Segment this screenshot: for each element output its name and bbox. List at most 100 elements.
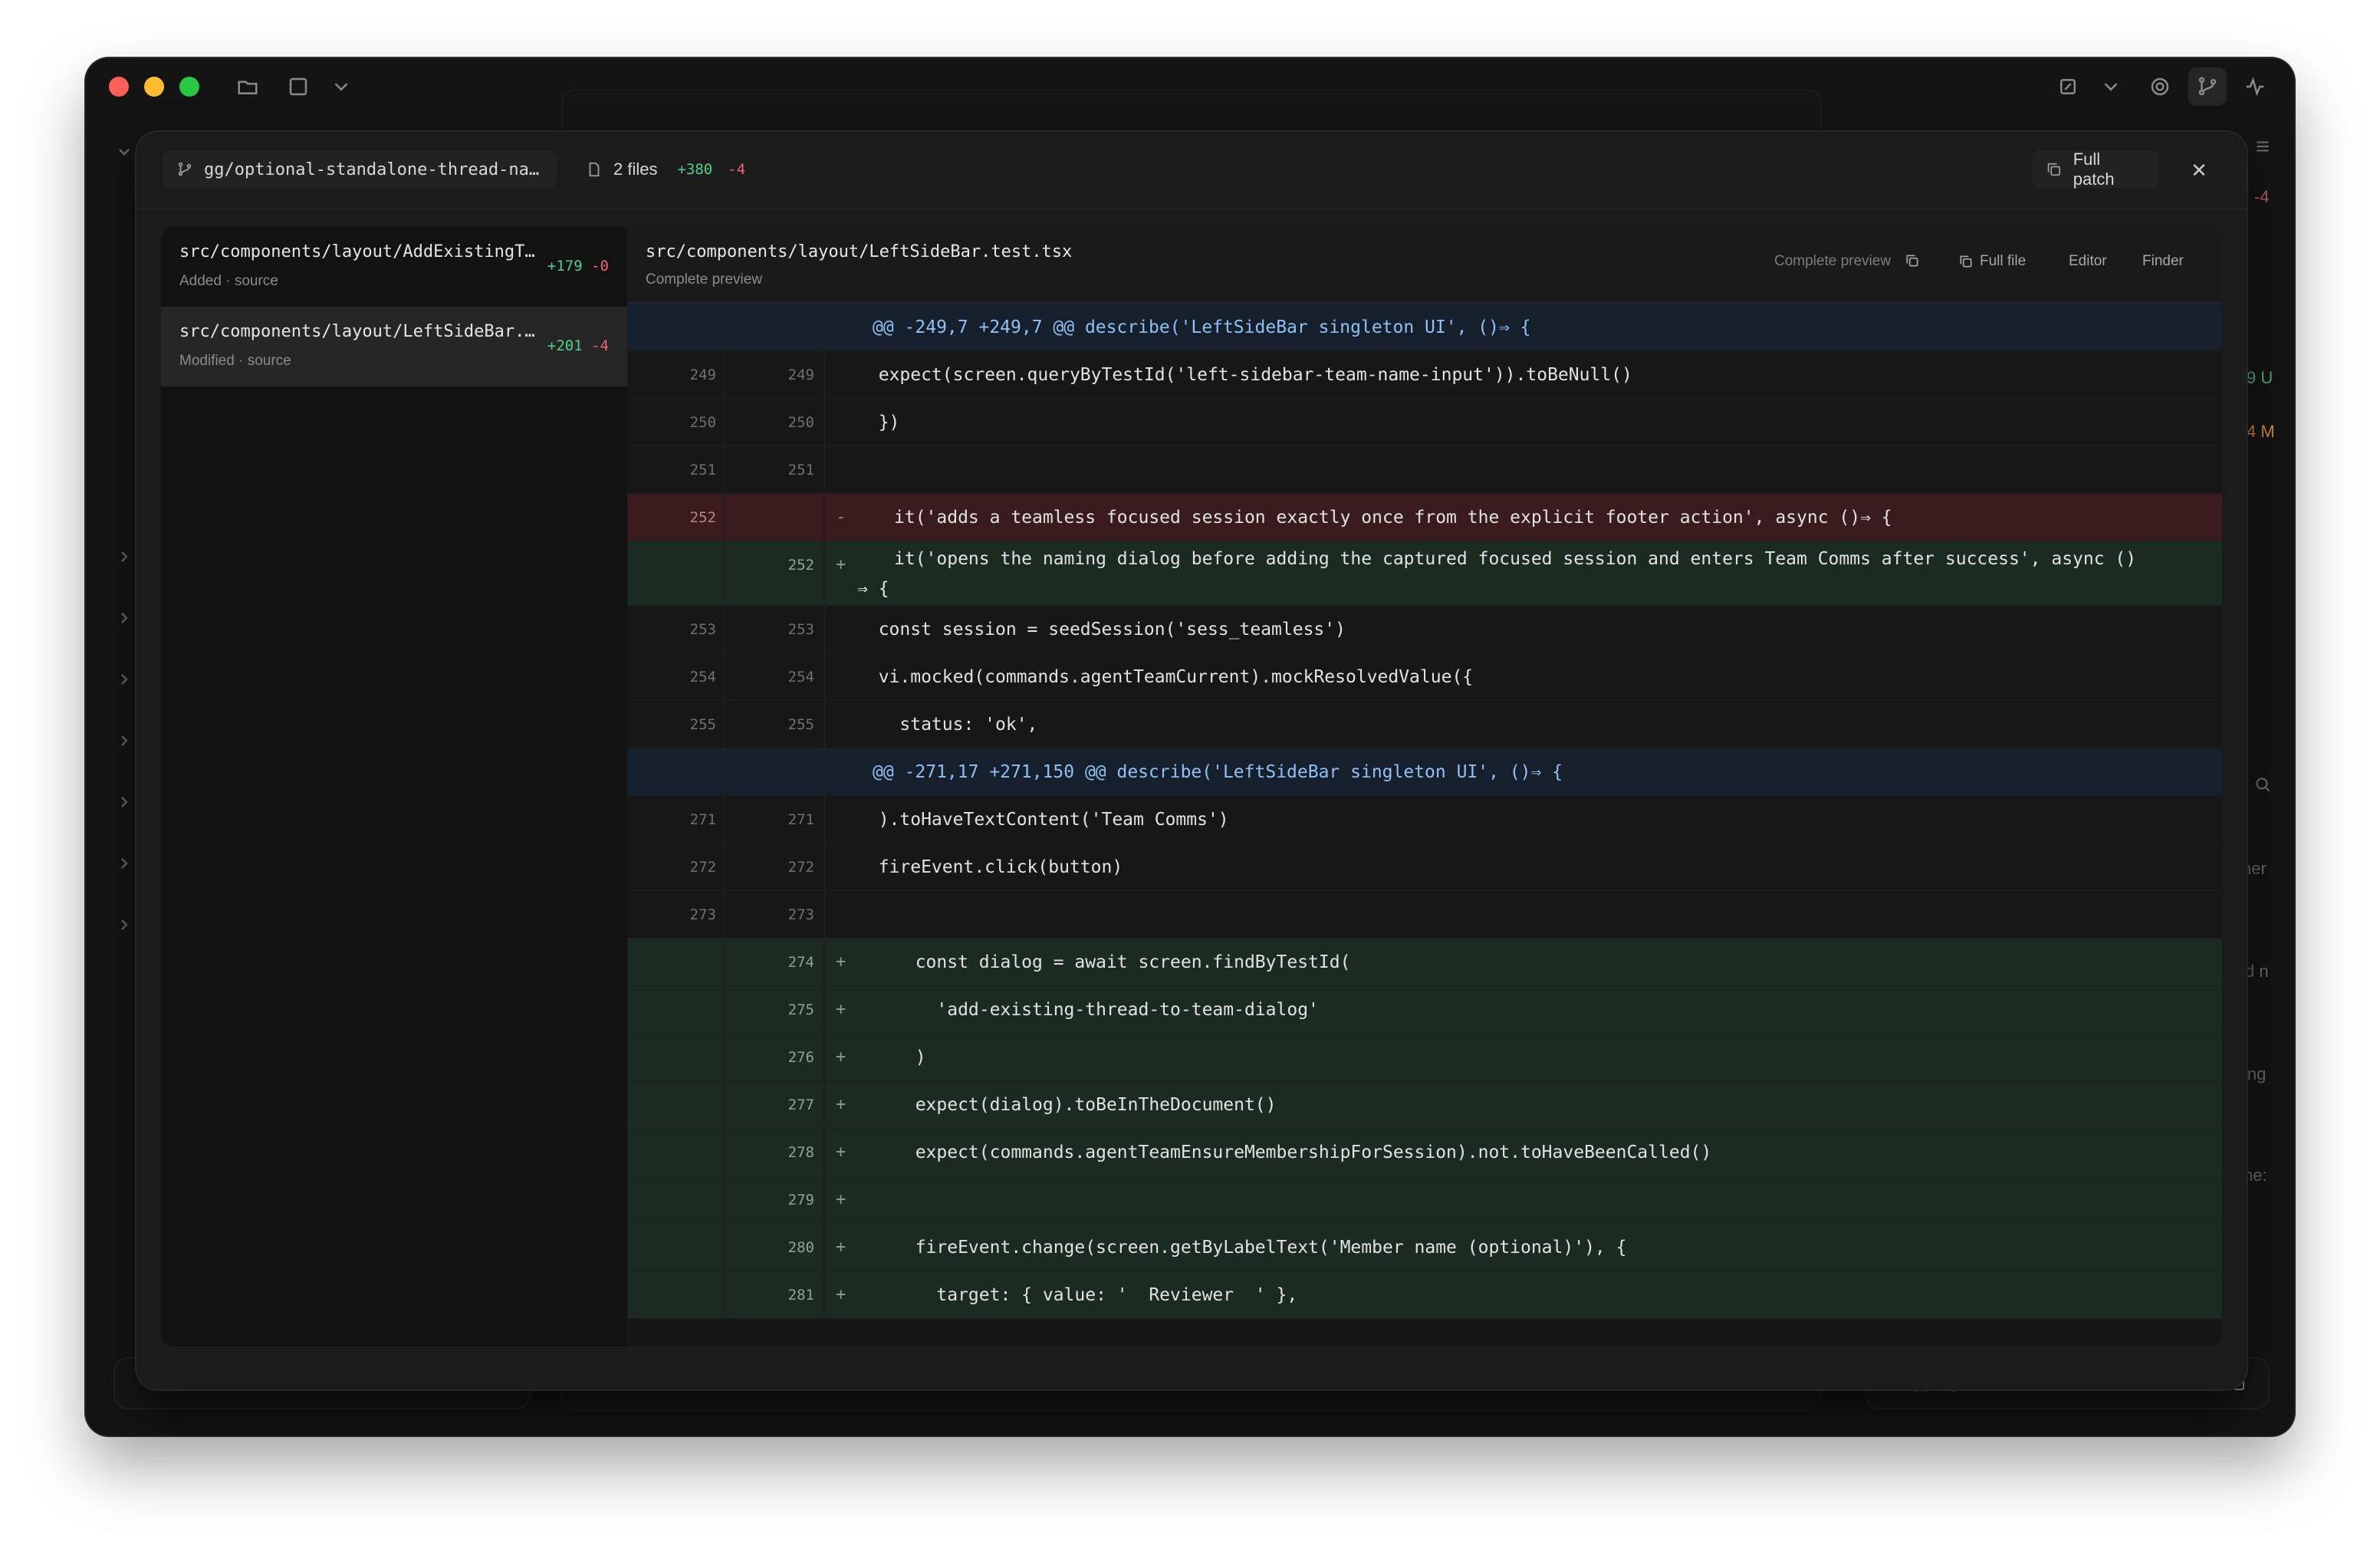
gutter-divider [724, 701, 725, 748]
code-line: it('adds a teamless focused session exac… [894, 508, 1892, 528]
new-line-number: 271 [787, 811, 814, 828]
diff-subtitle: Complete preview [646, 271, 763, 288]
chevron-right-icon[interactable] [115, 854, 133, 873]
diff-header: src/components/layout/LeftSideBar.test.t… [627, 227, 2222, 304]
file-item[interactable]: src/components/layout/AddExistingT… Adde… [161, 227, 627, 307]
old-line-number [667, 1129, 716, 1176]
gutter-divider [823, 1034, 825, 1080]
added-line-row: 281 + target: { value: ' Reviewer ' }, [627, 1271, 2222, 1319]
added-line-row: 252 + it('opens the naming dialog before a… [627, 541, 2222, 606]
gutter-divider [724, 1224, 725, 1271]
folder-icon[interactable] [233, 72, 262, 101]
file-stats: +179 -0 [547, 258, 609, 275]
gutter-divider [823, 701, 825, 748]
new-line-number [765, 748, 814, 796]
new-line-number: 251 [787, 462, 814, 478]
code-line: target: { value: ' Reviewer ' }, [894, 1285, 1298, 1305]
chevron-down-icon[interactable] [2096, 72, 2125, 101]
gutter-divider [724, 1129, 725, 1176]
search-icon[interactable] [2253, 774, 2273, 794]
copy-icon [1960, 255, 1972, 268]
hunk-header-row: @@ -249,7 +249,7 @@ describe('LeftSideBa… [627, 304, 2222, 351]
full-file-button[interactable]: Full file [1958, 253, 2026, 270]
added-line-row: 279 + [627, 1176, 2222, 1224]
code-line: const session = seedSession('sess_teamle… [857, 620, 1346, 640]
chevron-down-icon[interactable] [115, 143, 133, 161]
new-line-number: 249 [787, 367, 814, 383]
file-item-selected[interactable]: src/components/layout/LeftSideBar.… Modi… [161, 307, 627, 386]
gutter-divider [823, 351, 825, 398]
old-line-number: 253 [689, 621, 716, 638]
edit-icon[interactable] [2053, 72, 2082, 101]
gear-icon[interactable] [2145, 72, 2175, 101]
code-line: const dialog = await screen.findByTestId… [894, 952, 1351, 972]
chevron-down-icon[interactable] [327, 72, 356, 101]
diff-modal: gg/optional-standalone-thread-na… 2 file… [136, 132, 2247, 1389]
new-line-number: 272 [787, 859, 814, 876]
chevron-right-icon[interactable] [115, 670, 133, 689]
branch-chip[interactable]: gg/optional-standalone-thread-na… [163, 150, 557, 189]
copy-icon [1906, 255, 1918, 267]
menu-icon[interactable] [2253, 136, 2273, 156]
old-line-number: 252 [689, 509, 716, 526]
finder-button[interactable]: Finder [2142, 253, 2184, 270]
old-line-number [667, 986, 716, 1034]
chevron-right-icon[interactable] [115, 916, 133, 934]
status-modified: 4 M [2247, 422, 2275, 441]
context-line-row: 251 251 [627, 446, 2222, 494]
square-icon[interactable] [284, 72, 313, 101]
diff-sign: + [836, 1047, 846, 1067]
files-count: 2 files [613, 159, 658, 179]
file-status: Modified · source [179, 353, 291, 369]
old-line-number: 273 [689, 906, 716, 923]
diff-sign: + [836, 1143, 846, 1162]
complete-preview-button[interactable]: Complete preview [1774, 253, 1891, 270]
full-patch-button[interactable]: Full patch [2032, 150, 2159, 189]
old-line-number [667, 304, 716, 351]
context-line-row: 273 273 [627, 891, 2222, 939]
code-line: @@ -249,7 +249,7 @@ describe('LeftSideBa… [873, 317, 1531, 337]
close-icon[interactable]: ✕ [2184, 155, 2214, 186]
close-window-button[interactable] [109, 77, 129, 97]
old-line-number: 251 [689, 462, 716, 478]
new-line-number: 276 [787, 1049, 814, 1066]
new-line-number: 273 [787, 906, 814, 923]
context-line-row: 255 255 status: 'ok', [627, 701, 2222, 748]
file-stats: +201 -4 [547, 337, 609, 354]
added-line-row: 275 + 'add-existing-thread-to-team-dialog… [627, 986, 2222, 1034]
chevron-right-icon[interactable] [115, 793, 133, 811]
minimize-window-button[interactable] [144, 77, 164, 97]
zoom-window-button[interactable] [179, 77, 199, 97]
gutter-divider [823, 446, 825, 493]
branch-icon[interactable] [2188, 67, 2227, 106]
activity-icon[interactable] [2240, 72, 2270, 101]
file-name: src/components/layout/AddExistingT… [179, 242, 535, 261]
new-line-number: 253 [787, 621, 814, 638]
bg-text-fragment: ne: [2244, 1166, 2267, 1185]
chevron-right-icon[interactable] [115, 547, 133, 566]
diff-sign: + [836, 952, 846, 972]
code-line: expect(screen.queryByTestId('left-sideba… [857, 365, 1632, 385]
gutter-divider [823, 541, 825, 605]
code-line: 'add-existing-thread-to-team-dialog' [894, 1000, 1319, 1020]
new-line-number: 278 [787, 1144, 814, 1161]
new-line-number: 277 [787, 1097, 814, 1113]
file-additions: +179 [547, 258, 583, 275]
chevron-right-icon[interactable] [115, 732, 133, 750]
deleted-line-row: 252 - it('adds a teamless focused session … [627, 494, 2222, 541]
old-line-number [667, 939, 716, 986]
new-line-number: 274 [787, 954, 814, 971]
diff-sign: + [836, 1285, 846, 1304]
copy-path-button[interactable] [1905, 253, 1926, 268]
editor-button[interactable]: Editor [2069, 253, 2107, 270]
code-line: ).toHaveTextContent('Team Comms') [857, 810, 1229, 830]
bg-text-fragment: d n [2245, 962, 2269, 981]
status-deletions: -4 [2254, 187, 2270, 206]
chevron-right-icon[interactable] [115, 609, 133, 627]
new-line-number: 275 [787, 1001, 814, 1018]
diff-sign: - [836, 508, 846, 527]
context-line-row: 271 271 ).toHaveTextContent('Team Comms') [627, 796, 2222, 843]
old-line-number [667, 1271, 716, 1319]
old-line-number [667, 541, 716, 589]
gutter-divider [823, 986, 825, 1033]
